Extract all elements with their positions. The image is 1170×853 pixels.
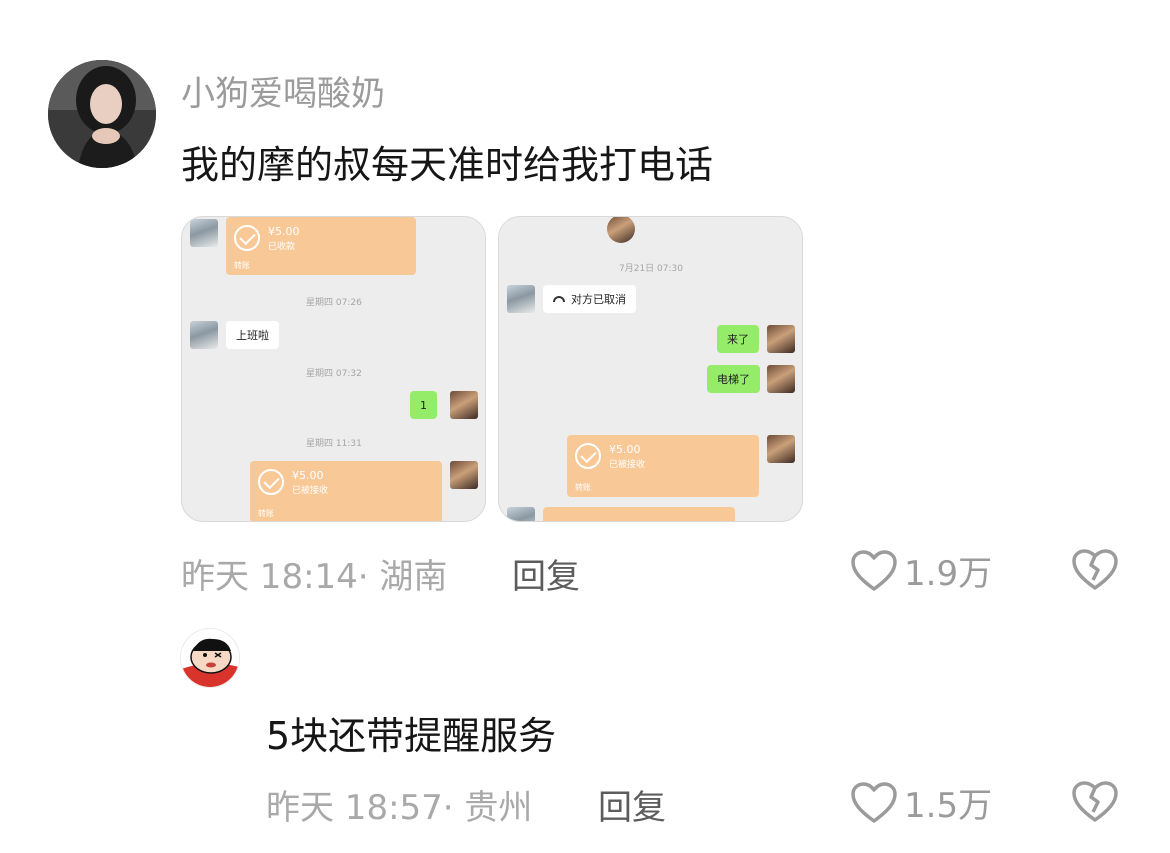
- like-count: 1.9万: [904, 554, 993, 594]
- heart-outline-icon: [851, 781, 897, 823]
- chat-avatar-me: [767, 325, 795, 353]
- transfer-footer: 转账: [234, 261, 250, 270]
- phone-hangup-icon: [553, 296, 565, 302]
- transfer-footer: 转账: [575, 483, 591, 492]
- chat-avatar-me: [450, 461, 478, 489]
- reply-button[interactable]: 回复: [512, 549, 580, 598]
- call-status-text: 对方已取消: [571, 293, 626, 306]
- chat-avatar-friend: [507, 285, 535, 313]
- like-button[interactable]: 1.9万: [850, 546, 992, 595]
- chat-avatar-friend: [507, 507, 535, 521]
- dislike-button[interactable]: [1072, 780, 1118, 828]
- chat-message-friend: 上班啦: [226, 321, 279, 349]
- chat-avatar-me: [767, 435, 795, 463]
- chat-timestamp: 7月21日 07:30: [619, 264, 683, 274]
- check-icon: [234, 225, 260, 251]
- chat-timestamp: 星期四 07:32: [306, 369, 362, 379]
- comment-text: 我的摩的叔每天准时给我打电话: [181, 143, 714, 187]
- comment-meta: 昨天 18:57· 贵州: [266, 788, 533, 828]
- chat-message-me: 1: [410, 391, 437, 419]
- comment-text: 5块还带提醒服务: [266, 714, 557, 758]
- chat-timestamp: 星期四 07:26: [306, 298, 362, 308]
- transfer-status: 已被接收: [609, 460, 646, 470]
- reply-avatar[interactable]: [180, 628, 240, 688]
- chat-message-me: 电梯了: [707, 365, 760, 393]
- call-status-bubble: 对方已取消: [543, 285, 636, 313]
- transfer-card: ¥5.00 已被接收 转账: [567, 435, 759, 497]
- commenter-avatar[interactable]: [48, 60, 156, 168]
- comment-username[interactable]: 小狗爱喝酸奶: [181, 66, 385, 115]
- transfer-card-partial: [543, 507, 735, 521]
- chat-timestamp: 星期四 11:31: [306, 439, 362, 449]
- comment-image-2[interactable]: 7月21日 07:30 对方已取消 来了 电梯了 ¥5.00 已被接收 转账: [498, 216, 803, 522]
- reply-button[interactable]: 回复: [598, 780, 666, 829]
- check-icon: [575, 443, 601, 469]
- transfer-amount: ¥5.00: [292, 469, 324, 482]
- dislike-button[interactable]: [1072, 548, 1118, 596]
- comment-image-1[interactable]: ¥5.00 已收款 转账 星期四 07:26 上班啦 星期四 07:32 1 星…: [181, 216, 486, 522]
- transfer-card: ¥5.00 已收款 转账: [226, 217, 416, 275]
- transfer-status: 已被接收: [292, 486, 329, 496]
- transfer-card: ¥5.00 已被接收 转账: [250, 461, 442, 521]
- broken-heart-icon: [1072, 549, 1118, 590]
- chat-message-me: 来了: [717, 325, 759, 353]
- chat-avatar-me: [607, 217, 635, 243]
- transfer-amount: ¥5.00: [268, 225, 300, 238]
- chat-avatar-friend: [190, 219, 218, 247]
- chat-avatar-me: [450, 391, 478, 419]
- chat-avatar-friend: [190, 321, 218, 349]
- comment-meta: 昨天 18:14· 湖南: [181, 557, 448, 597]
- like-button[interactable]: 1.5万: [850, 778, 992, 827]
- transfer-status: 已收款: [268, 242, 296, 252]
- transfer-amount: ¥5.00: [609, 443, 641, 456]
- broken-heart-icon: [1072, 781, 1118, 822]
- chat-avatar-me: [767, 365, 795, 393]
- check-icon: [258, 469, 284, 495]
- like-count: 1.5万: [904, 786, 993, 826]
- transfer-footer: 转账: [258, 509, 274, 518]
- heart-outline-icon: [851, 549, 897, 591]
